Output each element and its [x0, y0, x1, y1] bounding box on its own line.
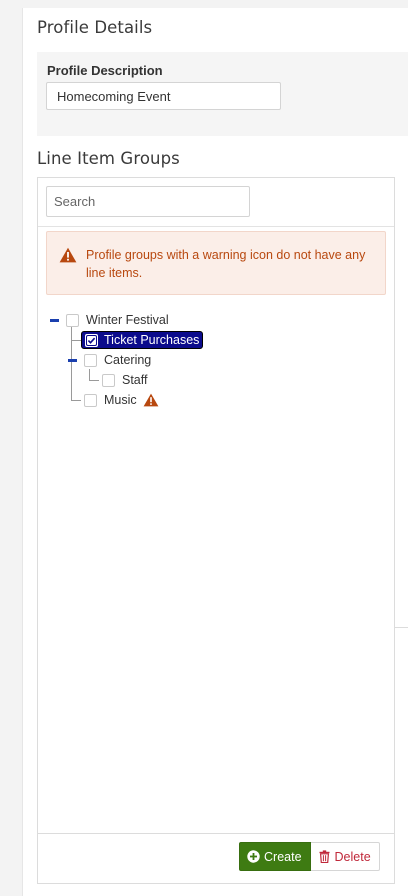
profile-description-box: Profile Description	[37, 52, 408, 136]
groups-tree: Winter Festival Ticket Purchases Caterin…	[38, 178, 394, 883]
adjacent-panel-edge	[394, 178, 408, 628]
line-item-groups-box: Profile groups with a warning icon do no…	[37, 177, 395, 884]
checkbox-winter-festival[interactable]	[66, 313, 79, 327]
tree-item-label: Staff	[122, 373, 148, 387]
plus-circle-icon	[247, 850, 260, 863]
page: Profile Details Profile Description Line…	[0, 0, 408, 896]
tree-item-ticket-purchases[interactable]: Ticket Purchases	[81, 330, 204, 350]
footer-divider	[38, 833, 394, 834]
tree-item-winter-festival[interactable]: Winter Festival	[66, 310, 169, 330]
checkbox-music[interactable]	[84, 393, 97, 407]
tree-item-staff[interactable]: Staff	[102, 370, 147, 390]
checkmark-icon	[86, 334, 97, 346]
tree-connector	[71, 340, 81, 341]
tree-item-label: Catering	[104, 353, 152, 367]
collapse-toggle-catering[interactable]	[68, 359, 77, 362]
checkbox-ticket-purchases[interactable]	[85, 333, 98, 347]
tree-item-music[interactable]: Music	[84, 390, 159, 410]
tree-connector	[71, 400, 81, 401]
create-button-label: Create	[264, 849, 302, 864]
profile-description-input[interactable]	[46, 82, 281, 110]
delete-button-label: Delete	[334, 849, 371, 864]
tree-item-label: Music	[104, 393, 137, 407]
action-button-group: Create Delete	[239, 842, 380, 871]
profile-panel: Profile Details Profile Description Line…	[22, 8, 408, 896]
line-item-groups-title: Line Item Groups	[37, 149, 180, 168]
checkbox-catering[interactable]	[84, 353, 97, 367]
tree-item-label: Winter Festival	[86, 313, 169, 327]
collapse-toggle-winter-festival[interactable]	[50, 319, 59, 322]
profile-details-title: Profile Details	[37, 18, 153, 37]
tree-item-label: Ticket Purchases	[104, 333, 200, 347]
checkbox-staff[interactable]	[102, 373, 115, 387]
trash-icon	[319, 850, 330, 863]
delete-button[interactable]: Delete	[310, 842, 380, 871]
profile-description-label: Profile Description	[47, 63, 163, 78]
warning-triangle-icon	[143, 393, 159, 407]
tree-item-catering[interactable]: Catering	[84, 350, 151, 370]
left-gutter	[0, 0, 22, 896]
tree-connector	[89, 380, 99, 381]
selected-node[interactable]: Ticket Purchases	[81, 331, 204, 349]
create-button[interactable]: Create	[239, 842, 311, 871]
